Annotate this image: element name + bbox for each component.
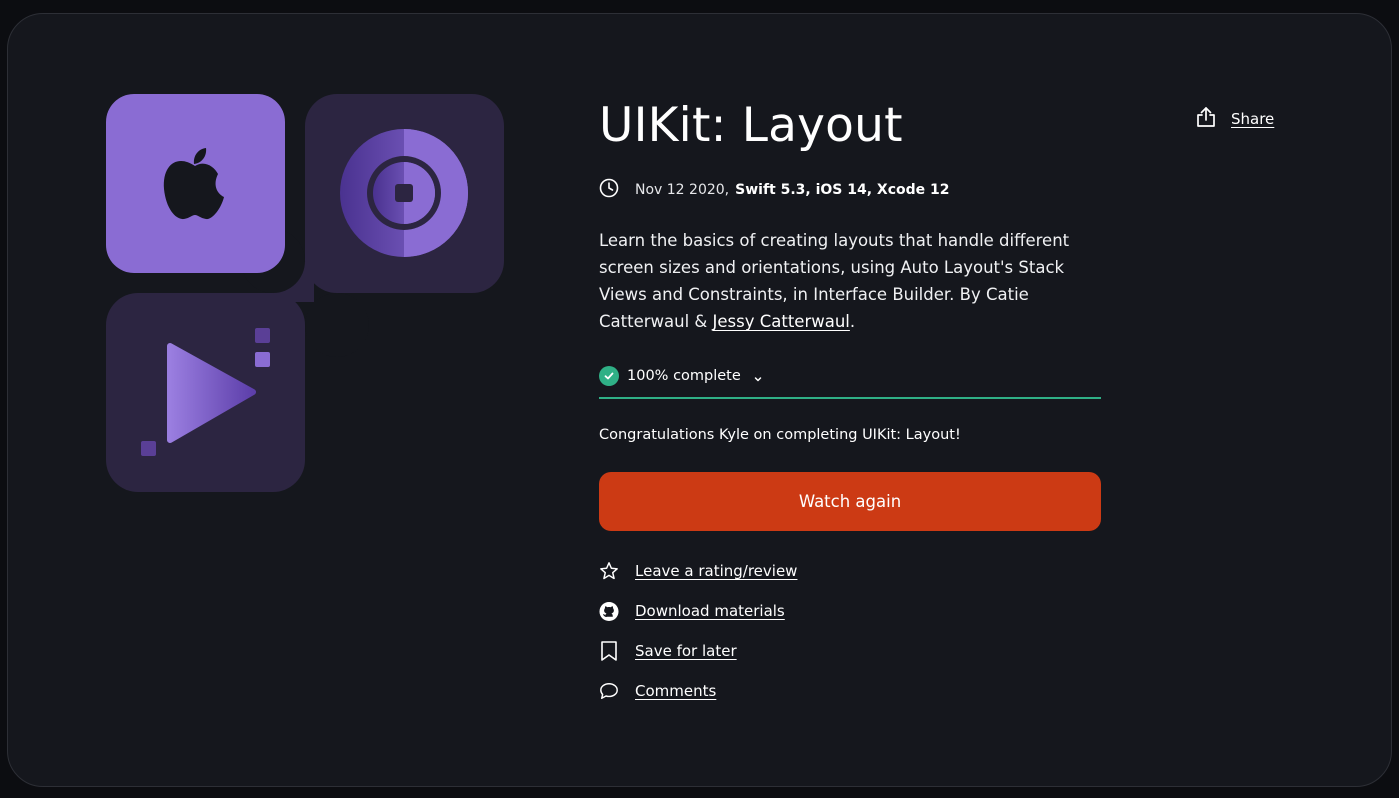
course-description: Learn the basics of creating layouts tha… [599,227,1099,335]
download-materials-link[interactable]: Download materials [599,599,785,623]
action-label: Save for later [635,642,737,660]
course-artwork [106,94,504,492]
comments-link[interactable]: Comments [599,679,716,703]
course-title: UIKit: Layout [599,98,903,153]
dial-icon [340,129,468,257]
bookmark-icon [599,641,619,661]
share-button[interactable]: Share [1195,106,1274,132]
save-for-later-link[interactable]: Save for later [599,639,737,663]
progress-label: 100% complete [627,368,741,384]
action-label: Download materials [635,602,785,620]
tech-versions: Swift 5.3, iOS 14, Xcode 12 [735,182,950,198]
description-end: . [849,312,856,331]
release-date: Nov 12 2020, [635,182,730,198]
course-meta: Nov 12 2020, Swift 5.3, iOS 14, Xcode 12 [599,178,950,202]
share-label: Share [1231,110,1275,128]
watch-again-button[interactable]: Watch again [599,472,1101,531]
action-label: Leave a rating/review [635,562,798,580]
course-artwork-graphic [106,94,504,492]
comment-icon [599,681,619,701]
author-link[interactable]: Jessy Catterwaul [713,312,850,331]
congrats-message: Congratulations Kyle on completing UIKit… [599,427,961,443]
github-icon [599,601,619,621]
clock-icon [599,178,619,202]
check-circle-icon [599,366,619,386]
action-label: Comments [635,682,717,700]
leave-rating-link[interactable]: Leave a rating/review [599,559,797,583]
share-icon [1195,106,1217,132]
star-icon [599,561,619,581]
chevron-down-icon [753,369,763,388]
progress-dropdown[interactable]: 100% complete [599,366,1101,399]
